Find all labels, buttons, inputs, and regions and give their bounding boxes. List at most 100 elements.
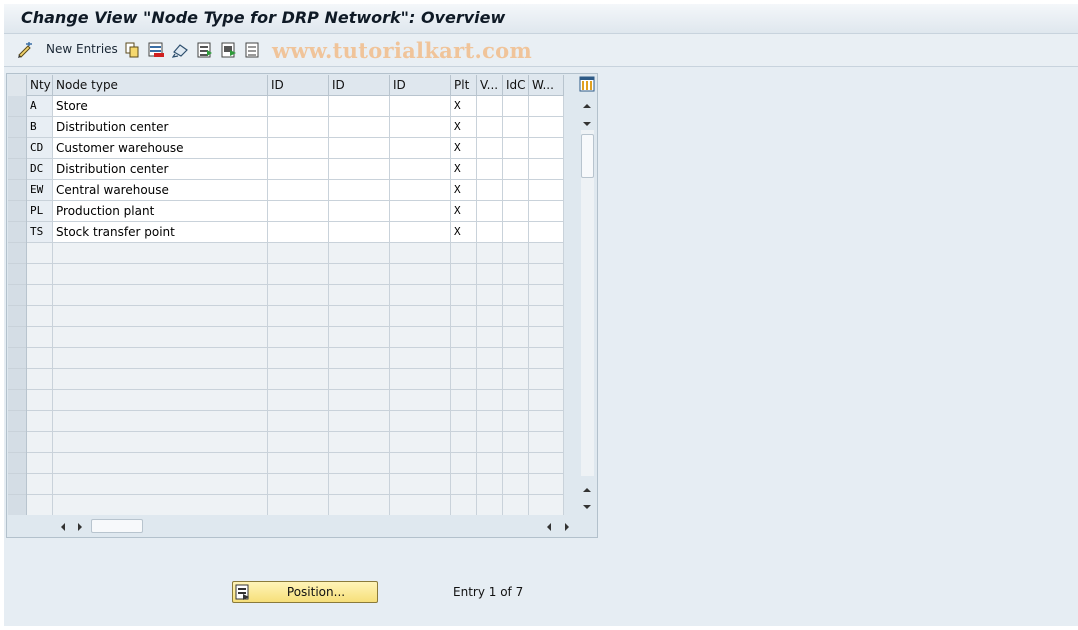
scroll-left-icon[interactable] (545, 522, 553, 532)
row-selector[interactable] (8, 495, 26, 515)
cell-plt[interactable]: X (451, 201, 477, 222)
cell-w[interactable] (529, 180, 564, 201)
row-selector[interactable] (8, 201, 26, 222)
cell-idc[interactable] (503, 222, 529, 243)
table-row[interactable] (27, 306, 564, 327)
row-selector[interactable] (8, 453, 26, 474)
table-row[interactable] (27, 474, 564, 495)
row-selector[interactable] (8, 180, 26, 201)
table-row[interactable] (27, 411, 564, 432)
table-row[interactable] (27, 390, 564, 411)
row-selector[interactable] (8, 306, 26, 327)
undo-icon[interactable] (172, 42, 190, 58)
deselect-all-icon[interactable] (245, 42, 261, 58)
row-selector[interactable] (8, 117, 26, 138)
cell-nty[interactable]: CD (27, 138, 53, 159)
table-row[interactable] (27, 432, 564, 453)
cell-v[interactable] (477, 96, 503, 117)
cell-nty[interactable]: PL (27, 201, 53, 222)
vertical-scroll-thumb[interactable] (581, 134, 594, 178)
cell-id-2[interactable] (329, 201, 390, 222)
table-row[interactable] (27, 453, 564, 474)
cell-id-1[interactable] (268, 222, 329, 243)
cell-id-3[interactable] (390, 138, 451, 159)
copy-icon[interactable] (124, 42, 140, 58)
scroll-up-icon[interactable] (582, 486, 592, 494)
cell-idc[interactable] (503, 96, 529, 117)
column-header-id-2[interactable]: ID (329, 75, 390, 95)
column-header-id-3[interactable]: ID (390, 75, 451, 95)
cell-v[interactable] (477, 201, 503, 222)
table-row[interactable]: CD Customer warehouse X (27, 138, 564, 159)
table-row[interactable]: DC Distribution center X (27, 159, 564, 180)
scroll-left-icon[interactable] (59, 522, 67, 532)
row-selector[interactable] (8, 222, 26, 243)
cell-w[interactable] (529, 117, 564, 138)
cell-w[interactable] (529, 201, 564, 222)
cell-idc[interactable] (503, 180, 529, 201)
cell-node-type[interactable]: Store (53, 96, 268, 117)
cell-nty[interactable]: A (27, 96, 53, 117)
cell-id-1[interactable] (268, 138, 329, 159)
cell-idc[interactable] (503, 117, 529, 138)
cell-idc[interactable] (503, 138, 529, 159)
table-row[interactable]: A Store X (27, 96, 564, 117)
table-row[interactable] (27, 348, 564, 369)
row-selector[interactable] (8, 348, 26, 369)
cell-w[interactable] (529, 96, 564, 117)
column-header-node-type[interactable]: Node type (53, 75, 268, 95)
scroll-up-icon[interactable] (582, 102, 592, 110)
column-header-v[interactable]: V... (477, 75, 503, 95)
row-selector[interactable] (8, 369, 26, 390)
table-row[interactable] (27, 285, 564, 306)
select-block-icon[interactable] (221, 42, 237, 58)
column-settings-icon[interactable] (579, 76, 595, 92)
cell-v[interactable] (477, 222, 503, 243)
cell-id-1[interactable] (268, 96, 329, 117)
horizontal-scroll-thumb[interactable] (91, 519, 143, 533)
cell-id-2[interactable] (329, 180, 390, 201)
delete-icon[interactable] (148, 42, 164, 58)
table-row[interactable] (27, 495, 564, 515)
table-row[interactable]: EW Central warehouse X (27, 180, 564, 201)
table-row[interactable] (27, 264, 564, 285)
vertical-scrollbar[interactable] (579, 96, 596, 514)
cell-node-type[interactable]: Distribution center (53, 159, 268, 180)
column-header-idc[interactable]: IdC (503, 75, 529, 95)
cell-v[interactable] (477, 117, 503, 138)
cell-id-3[interactable] (390, 96, 451, 117)
cell-plt[interactable]: X (451, 159, 477, 180)
row-selector[interactable] (8, 327, 26, 348)
column-header-plt[interactable]: Plt (451, 75, 477, 95)
cell-id-3[interactable] (390, 117, 451, 138)
row-selector[interactable] (8, 138, 26, 159)
vertical-scroll-track[interactable] (581, 130, 594, 476)
column-header-nty[interactable]: Nty (27, 75, 53, 95)
cell-id-2[interactable] (329, 138, 390, 159)
row-selector[interactable] (8, 474, 26, 495)
cell-id-3[interactable] (390, 180, 451, 201)
table-row[interactable] (27, 369, 564, 390)
cell-node-type[interactable]: Customer warehouse (53, 138, 268, 159)
row-selector[interactable] (8, 243, 26, 264)
table-row[interactable]: PL Production plant X (27, 201, 564, 222)
cell-plt[interactable]: X (451, 222, 477, 243)
cell-nty[interactable]: DC (27, 159, 53, 180)
new-entries-button[interactable]: New Entries (46, 42, 118, 56)
row-selector[interactable] (8, 432, 26, 453)
cell-nty[interactable]: TS (27, 222, 53, 243)
cell-id-1[interactable] (268, 180, 329, 201)
column-header-id-1[interactable]: ID (268, 75, 329, 95)
cell-id-3[interactable] (390, 159, 451, 180)
cell-w[interactable] (529, 138, 564, 159)
cell-nty[interactable]: EW (27, 180, 53, 201)
cell-node-type[interactable]: Production plant (53, 201, 268, 222)
horizontal-scrollbar[interactable] (55, 518, 575, 534)
row-selector[interactable] (8, 96, 26, 117)
scroll-right-icon[interactable] (563, 522, 571, 532)
table-row[interactable] (27, 243, 564, 264)
row-selector[interactable] (8, 411, 26, 432)
cell-id-1[interactable] (268, 117, 329, 138)
cell-plt[interactable]: X (451, 138, 477, 159)
cell-plt[interactable]: X (451, 117, 477, 138)
